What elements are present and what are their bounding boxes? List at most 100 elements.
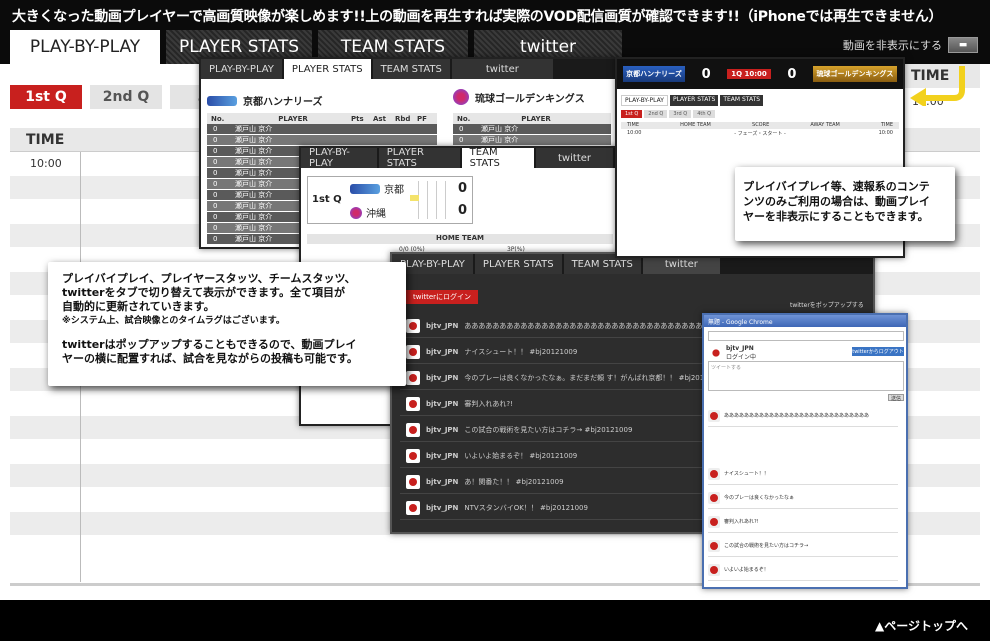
twitter-popup-window: 無題 - Google Chrome bjtv_JPN ログイン中 twitter… — [702, 313, 908, 589]
scoreboard: 1st Q 京都 沖縄 0 0 — [307, 176, 473, 224]
popup-logout-button: twitterからログアウト — [852, 347, 904, 356]
callout-line: twitterはポップアップすることもできるので、動画プレイ — [62, 338, 357, 351]
mini-cell: - フェーズ・スタート - — [734, 131, 786, 137]
mini-row: 10:00 - フェーズ・スタート - 10:00 — [621, 130, 899, 137]
cell-player: 瀬戸山 京介 — [235, 147, 273, 155]
avatar — [708, 467, 720, 480]
tweet-user: bjtv_JPN — [426, 503, 459, 512]
mini-team1: 京都ハンナリーズ — [623, 66, 685, 82]
popup-tweet-text: この試合の戦術を見たい方はコチラ→ — [724, 543, 809, 549]
mini-tab: PLAYER STATS — [669, 95, 719, 106]
col-no: No. — [457, 114, 471, 123]
tweet-user: bjtv_JPN — [426, 399, 459, 408]
popup-tweet-text: 今のプレーは良くなかったなぁ — [724, 495, 795, 501]
cell-no: 0 — [213, 125, 218, 133]
top-bar: 大きくなった動画プレイヤーで高画質映像が楽しめます!!上の動画を再生すれば実際の… — [0, 0, 990, 64]
col-player: PLAYER — [521, 114, 551, 123]
cell-no: 0 — [213, 147, 218, 155]
tweet-text: NTVスタンバイOK！！ #bj20121009 — [464, 503, 588, 512]
tweet-text: あ！関番た！！ #bj20121009 — [464, 477, 564, 486]
cell-player: 瀬戸山 京介 — [235, 213, 273, 221]
avatar — [708, 539, 720, 552]
tweet-user: bjtv_JPN — [426, 373, 459, 382]
mini-table-header: TIME HOME TEAM SCORE AWAY TEAM TIME — [621, 122, 899, 129]
cell-player: 瀬戸山 京介 — [235, 158, 273, 166]
tweet-text: 審判入れあれ?! — [464, 399, 513, 408]
player-table-header: No. PLAYER — [453, 113, 611, 124]
col-no: No. — [211, 114, 225, 123]
kings-logo-icon — [350, 206, 362, 219]
mini-tab: TEAM STATS — [720, 95, 764, 106]
tweet-user: bjtv_JPN — [426, 451, 459, 460]
cell-player: 瀬戸山 京介 — [235, 125, 273, 133]
home-team-name: 京都ハンナリーズ — [243, 97, 323, 108]
twitter-login-button: twitterにログイン — [406, 290, 478, 304]
cell-player: 瀬戸山 京介 — [235, 169, 273, 177]
table-row: 0 瀬戸山 京介 — [207, 124, 437, 135]
tweet-text: この試合の戦術を見たい方はコチラ→ #bj20121009 — [464, 425, 633, 434]
table-row: 0 瀬戸山 京介 — [207, 135, 437, 146]
cell-no: 0 — [213, 169, 218, 177]
popup-titlebar: 無題 - Google Chrome — [704, 315, 906, 327]
cell-player: 瀬戸山 京介 — [481, 136, 519, 144]
cell-no: 0 — [213, 180, 218, 188]
mini-quarters: 1st Q 2nd Q 3rd Q 4th Q — [621, 110, 899, 118]
tweet-text: ナイスシュート！！ #bj20121009 — [464, 347, 578, 356]
tab-play-by-play[interactable]: PLAY-BY-PLAY — [10, 30, 160, 64]
mini-cell: 10:00 — [878, 130, 893, 136]
cell-no: 0 — [459, 125, 464, 133]
cell-no: 0 — [213, 191, 218, 199]
kings-logo-icon — [453, 89, 469, 105]
col-pf: PF — [417, 114, 427, 123]
table-row: 0 瀬戸山 京介 — [453, 124, 611, 135]
team2-name: 沖縄 — [366, 209, 386, 220]
mini-clock: 1Q 10:00 — [727, 69, 771, 79]
tweet-text: 今のプレーは良くなかったなぁ。まだまだ頼 す！がんばれ京都！！ #bj20121… — [464, 373, 727, 382]
page-top-link[interactable]: ▲ページトップへ — [875, 617, 968, 634]
cell-no: 0 — [459, 136, 464, 144]
mini-quarter: 3rd Q — [669, 110, 692, 118]
tab-player-stats: PLAYER STATS — [283, 59, 371, 79]
avatar — [406, 474, 420, 489]
screenshot-tabs: PLAY-BY-PLAY PLAYER STATS TEAM STATS twi… — [201, 59, 615, 79]
player-table-header: No. PLAYER Pts Ast Rbd PF — [207, 113, 437, 124]
mini-scorebar: 京都ハンナリーズ 0 1Q 10:00 0 琉球ゴールデンキングス — [617, 59, 903, 89]
cell-no: 0 — [213, 136, 218, 144]
avatar — [406, 422, 420, 437]
tab-player-stats: PLAYER STATS — [378, 147, 460, 169]
callout-tabs-info: プレイバイプレイ、プレイヤースタッツ、チームスタッツ、 twitterをタブで切… — [48, 262, 406, 386]
tweet-user: bjtv_JPN — [426, 347, 459, 356]
tab-team-stats: TEAM STATS — [372, 59, 450, 79]
popup-user: bjtv_JPN ログイン中 — [710, 345, 756, 361]
hide-video-button[interactable]: ▬ — [948, 37, 978, 53]
tab-player-stats: PLAYER STATS — [474, 254, 562, 274]
avatar — [406, 500, 420, 515]
popup-tweet: ナイスシュート！！ — [708, 463, 898, 485]
hannaryz-logo-icon — [350, 183, 380, 194]
team1-score: 0 — [458, 181, 468, 196]
callout-line: プレイバイプレイ等、速報系のコンテ — [743, 180, 930, 193]
callout-hide-video-info: プレイバイプレイ等、速報系のコンテ ンツのみご利用の場合は、動画プレイ ヤーを非… — [735, 167, 955, 241]
away-player-table: No. PLAYER 0 瀬戸山 京介 0 瀬戸山 京介 — [453, 113, 611, 146]
mini-quarter: 1st Q — [621, 110, 643, 118]
avatar — [708, 515, 720, 528]
cell-no: 0 — [213, 202, 218, 210]
team1-name: 京都 — [384, 185, 404, 196]
team2-score: 0 — [458, 203, 468, 218]
tab-2nd-q[interactable]: 2nd Q — [90, 85, 162, 109]
mini-tabs: PLAY-BY-PLAY PLAYER STATS TEAM STATS — [621, 95, 899, 106]
callout-note: ※システム上、試合映像とのタイムラグはございます。 — [62, 316, 285, 326]
away-team-heading: 琉球ゴールデンキングス — [453, 89, 585, 105]
popup-username: bjtv_JPN — [726, 345, 754, 352]
cell-player: 瀬戸山 京介 — [481, 125, 519, 133]
mini-tab: PLAY-BY-PLAY — [621, 95, 668, 106]
tweet-user: bjtv_JPN — [426, 425, 459, 434]
quarter-label: 1st Q — [312, 194, 342, 205]
popup-tweet: 今のプレーは良くなかったなぁ — [708, 487, 898, 509]
hide-video-control[interactable]: 動画を非表示にする ▬ — [843, 37, 978, 53]
cell-player: 瀬戸山 京介 — [235, 136, 273, 144]
cell-player: 瀬戸山 京介 — [235, 235, 273, 243]
away-team-name: 琉球ゴールデンキングス — [475, 93, 585, 105]
tab-twitter: twitter — [536, 148, 613, 168]
tab-1st-q[interactable]: 1st Q — [10, 85, 82, 109]
